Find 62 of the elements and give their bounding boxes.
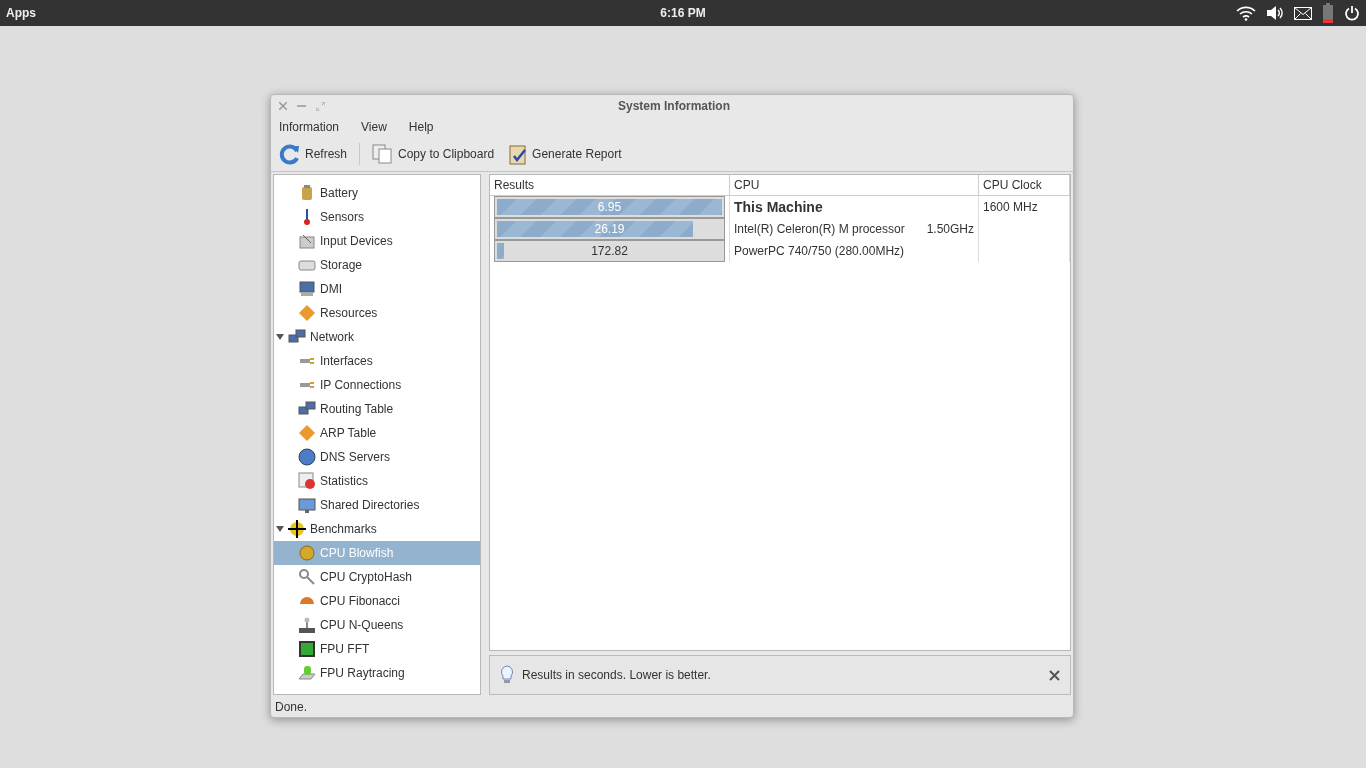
tree-item[interactable]: Shared Directories [274,493,480,517]
clipboard-check-icon [508,143,529,165]
apps-menu[interactable]: Apps [6,6,36,20]
column-header[interactable]: CPU [730,175,979,196]
tree-item[interactable]: CPU CryptoHash [274,565,480,589]
refresh-icon [279,143,301,165]
tree-item[interactable]: IP Connections [274,373,480,397]
tree-item[interactable]: Input Devices [274,229,480,253]
computers-icon [288,328,306,346]
tree-item[interactable]: FPU FFT [274,637,480,661]
result-value: 26.19 [593,221,626,238]
tree-item[interactable]: Benchmarks [274,517,480,541]
clock: 6:16 PM [660,6,706,20]
cylinder-icon [298,664,316,682]
result-value: 172.82 [590,243,629,260]
tree-item[interactable]: DMI [274,277,480,301]
battery-icon[interactable] [1322,2,1334,24]
tree-item[interactable]: Routing Table [274,397,480,421]
toolbar-button[interactable]: Refresh [277,141,350,167]
tree-item[interactable]: CPU Fibonacci [274,589,480,613]
cpu-name: This Machine [734,199,823,215]
window-title: System Information [617,99,731,113]
documents-icon [372,144,395,164]
expanded-triangle-icon[interactable] [276,525,284,533]
crosshair-icon [288,520,306,538]
cpu-name: PowerPC 740/750 (280.00MHz) [734,244,905,258]
tree-item[interactable]: FPU Raytracing [274,661,480,685]
toolbar-button[interactable]: Generate Report [506,141,624,167]
diamond-icon [298,304,316,322]
tree-item[interactable]: Sensors [274,205,480,229]
cpu-frequency: 1.50GHz [925,222,974,236]
menu-item[interactable]: Help [404,120,438,134]
menu-item[interactable]: Information [275,120,344,134]
tree-item[interactable]: Statistics [274,469,480,493]
joystick-icon [298,616,316,634]
info-message: Results in seconds. Lower is better. [522,668,712,682]
volume-icon[interactable] [1266,5,1284,21]
cpu-clock: 1600 MHz [983,200,1038,214]
diamond-icon [298,424,316,442]
globe-icon [298,448,316,466]
tree-item[interactable]: ARP Table [274,421,480,445]
tree-item[interactable]: CPU N-Queens [274,613,480,637]
wifi-icon[interactable] [1236,5,1256,21]
menu-item[interactable]: View [357,120,391,134]
computers-icon [298,400,316,418]
close-button[interactable] [1049,669,1060,681]
toolbar-button[interactable]: Copy to Clipboard [370,142,497,166]
status-text: Done. [275,700,308,714]
tree-item[interactable]: Interfaces [274,349,480,373]
tree-item[interactable]: Resources [274,301,480,325]
cpu-name: Intel(R) Celeron(R) M processor [734,222,905,236]
expanded-triangle-icon[interactable] [276,333,284,341]
mail-icon[interactable] [1294,6,1312,20]
tree-item[interactable]: DNS Servers [274,445,480,469]
column-header[interactable]: CPU Clock [979,175,1070,196]
power-icon[interactable] [1344,5,1360,21]
tree-item[interactable]: Network [274,325,480,349]
result-value: 6.95 [596,199,623,216]
monitor-icon [298,280,316,298]
tree-item[interactable]: Storage [274,253,480,277]
tree-item[interactable]: Battery [274,181,480,205]
lightbulb-icon [500,665,514,685]
